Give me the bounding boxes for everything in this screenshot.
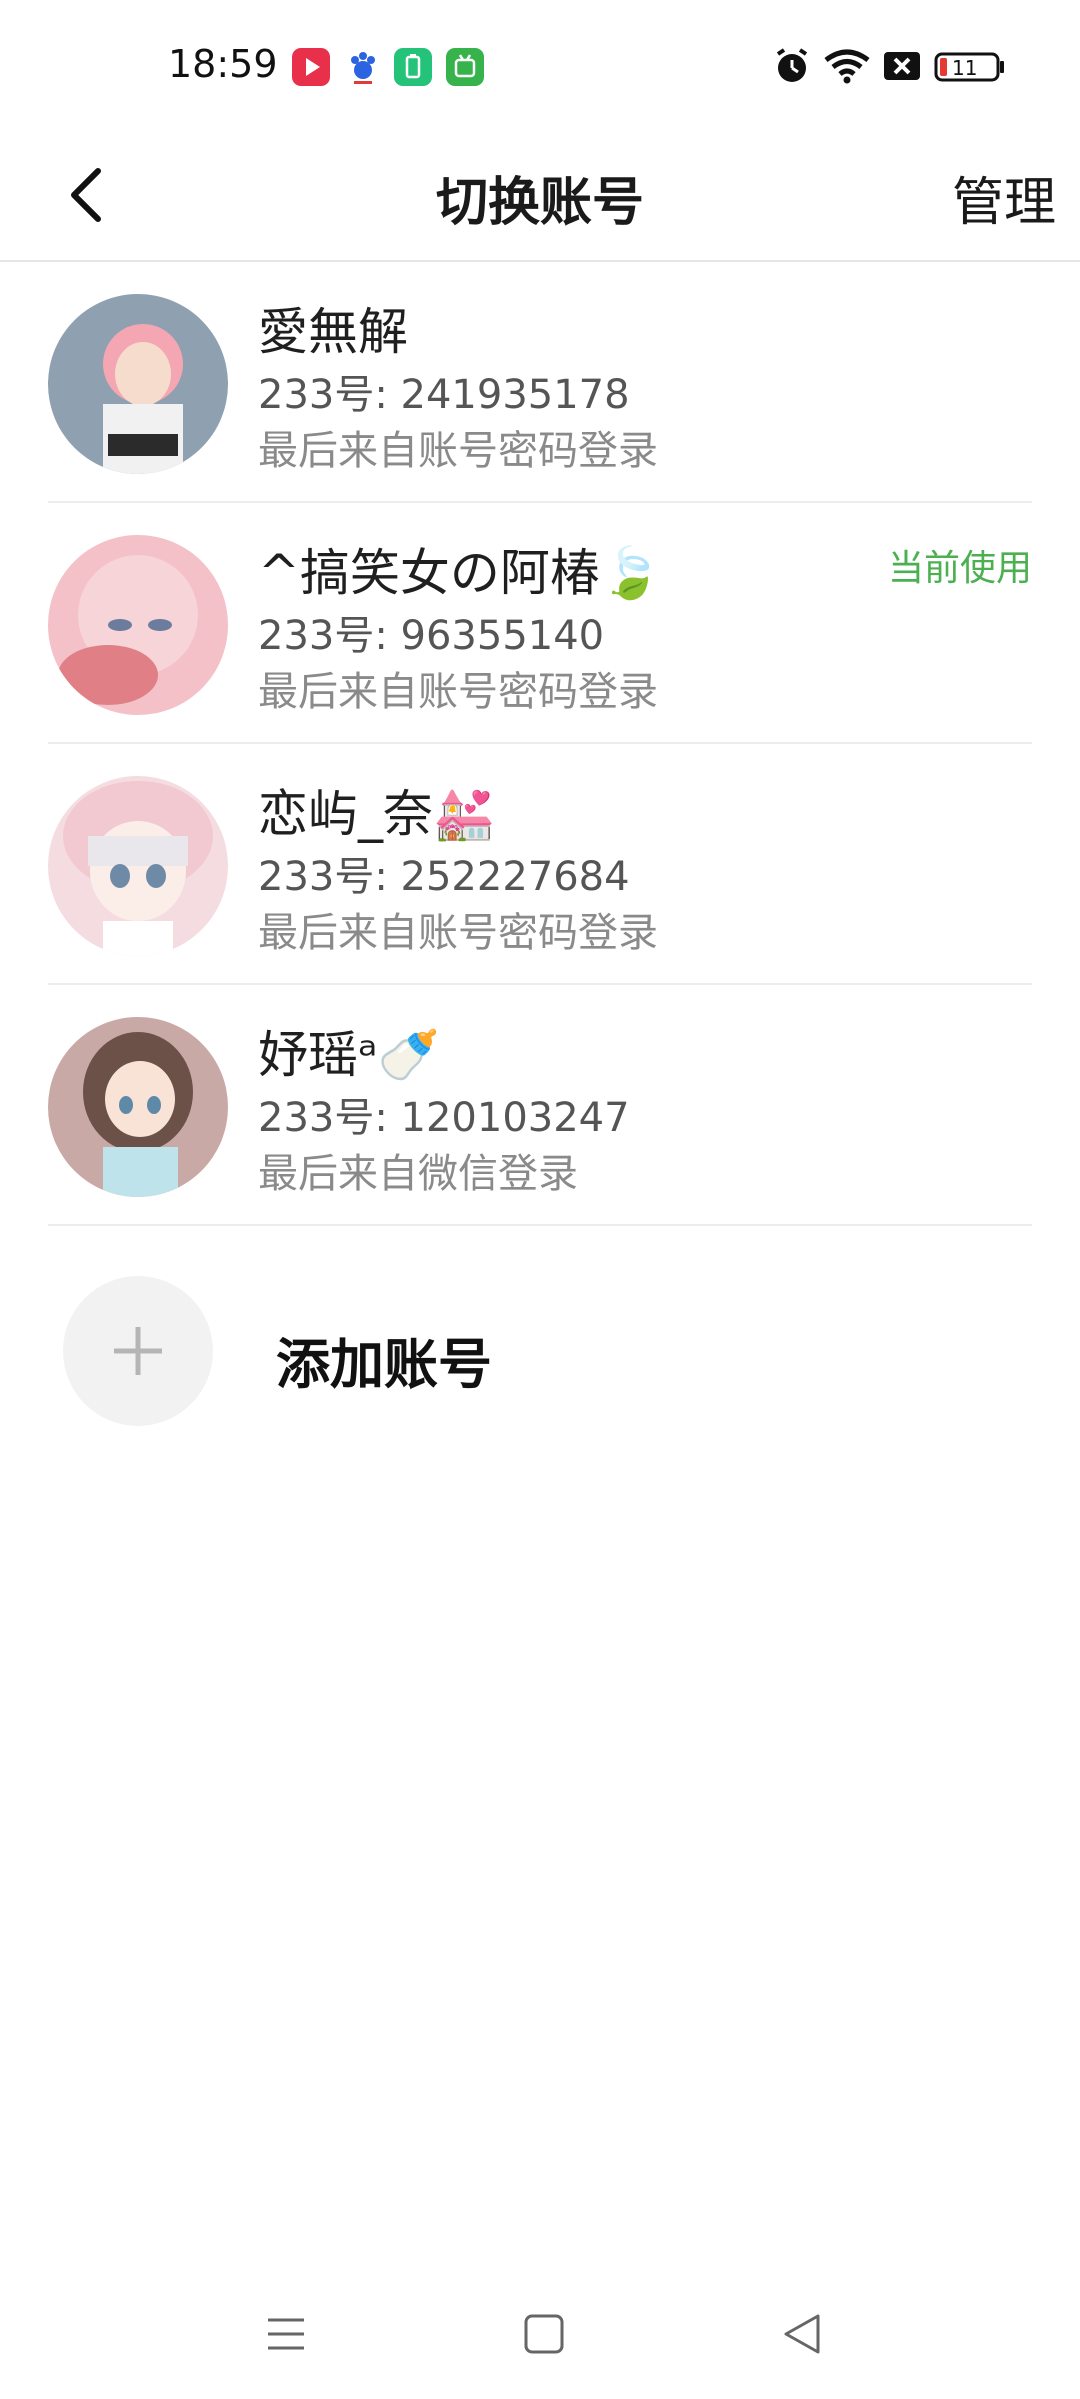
account-row[interactable]: 愛無解 233号: 241935178 最后来自账号密码登录 (0, 262, 1080, 503)
account-row[interactable]: ^搞笑女の阿椿🍃 233号: 96355140 最后来自账号密码登录 当前使用 (0, 503, 1080, 744)
system-nav-bar (0, 2269, 1080, 2399)
battery-level-text: 11 (952, 56, 977, 80)
account-name: 恋屿_奈💒 (258, 785, 496, 843)
page-title: 切换账号 (435, 173, 644, 233)
back-triangle-icon (784, 2314, 820, 2354)
video-app-icon (292, 48, 330, 86)
baidu-icon (344, 48, 382, 86)
avatar (48, 294, 228, 474)
battery-app-icon (394, 48, 432, 86)
current-account-badge: 当前使用 (887, 548, 1032, 589)
home-square-icon (524, 2314, 564, 2354)
account-id: 233号: 241935178 (258, 372, 630, 418)
avatar (48, 776, 228, 956)
plus-icon (114, 1327, 162, 1375)
title-bar: 切换账号 管理 (0, 130, 1080, 262)
avatar (48, 535, 228, 715)
status-time: 18:59 (168, 42, 278, 86)
account-id: 233号: 120103247 (258, 1095, 630, 1141)
manage-button[interactable]: 管理 (952, 160, 1056, 235)
account-id: 233号: 252227684 (258, 854, 630, 900)
account-list: 愛無解 233号: 241935178 最后来自账号密码登录 ^搞笑女の阿椿🍃 … (0, 262, 1080, 1226)
account-id: 233号: 96355140 (258, 613, 605, 659)
account-row[interactable]: 妤瑶ᵃ🍼 233号: 120103247 最后来自微信登录 (0, 985, 1080, 1226)
login-method: 最后来自账号密码登录 (258, 428, 658, 474)
wifi-icon (822, 46, 872, 90)
back-nav-button[interactable] (762, 2299, 842, 2369)
battery-icon: 11 (934, 46, 1006, 90)
menu-icon (268, 2318, 304, 2350)
account-row[interactable]: 恋屿_奈💒 233号: 252227684 最后来自账号密码登录 (0, 744, 1080, 985)
login-method: 最后来自微信登录 (258, 1151, 578, 1197)
home-nav-button[interactable] (504, 2299, 584, 2369)
add-account-button[interactable]: 添加账号 (0, 1228, 1080, 1428)
account-name: ^搞笑女の阿椿🍃 (258, 544, 663, 602)
avatar (48, 1017, 228, 1197)
green-app-icon (446, 48, 484, 86)
login-method: 最后来自账号密码登录 (258, 910, 658, 956)
account-name: 愛無解 (258, 303, 408, 361)
close-box-icon (882, 46, 922, 90)
alarm-icon (772, 46, 812, 90)
menu-nav-button[interactable] (246, 2299, 326, 2369)
status-bar: 18:59 11 (0, 0, 1080, 130)
add-account-circle (63, 1276, 213, 1426)
account-name: 妤瑶ᵃ🍼 (258, 1026, 440, 1084)
add-account-label: 添加账号 (276, 1333, 492, 1396)
divider (48, 1224, 1032, 1226)
login-method: 最后来自账号密码登录 (258, 669, 658, 715)
